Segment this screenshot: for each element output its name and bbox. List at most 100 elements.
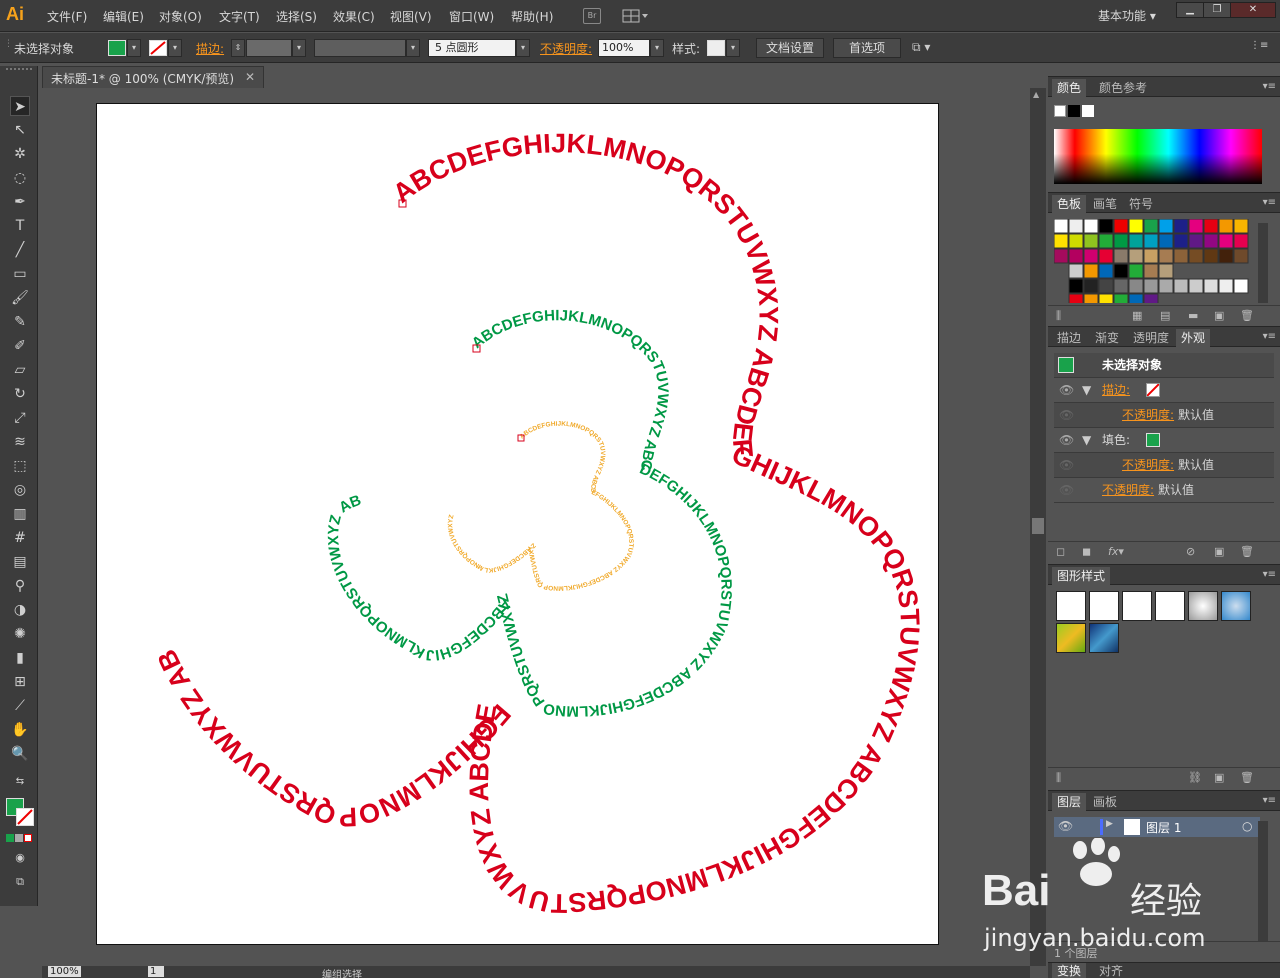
- menu-select[interactable]: 选择(S): [276, 8, 317, 25]
- swatch-cell[interactable]: [1128, 248, 1144, 264]
- brush-definition[interactable]: 5 点圆形: [428, 39, 516, 57]
- swatch-cell[interactable]: [1188, 218, 1204, 234]
- swatch-cell[interactable]: [1083, 293, 1099, 309]
- document-settings-button[interactable]: 文档设置: [756, 38, 824, 58]
- menu-type[interactable]: 文字(T): [219, 8, 260, 25]
- opacity-row-label[interactable]: 不透明度:: [1122, 403, 1174, 427]
- hand-tool-icon[interactable]: ✋: [10, 720, 30, 740]
- disclosure-triangle-icon[interactable]: ▼: [1082, 378, 1091, 402]
- layers-panel-menu-icon[interactable]: ▾≡: [1263, 795, 1276, 806]
- mesh-tool-icon[interactable]: #: [10, 528, 30, 548]
- preferences-button[interactable]: 首选项: [833, 38, 901, 58]
- tab-graphic-styles[interactable]: 图形样式: [1052, 567, 1111, 585]
- swatch-cell[interactable]: [1173, 233, 1189, 249]
- delete-item-icon[interactable]: 🗑: [1240, 545, 1254, 558]
- tab-color-guide[interactable]: 颜色参考: [1094, 79, 1152, 97]
- swatch-cell[interactable]: [1143, 233, 1159, 249]
- middle-path-text[interactable]: ABCDEFGHIJKLMNOPQRSTUVWXYZ ABCDEFGHIJKLM…: [325, 307, 735, 719]
- tab-artboards[interactable]: 画板: [1088, 793, 1122, 811]
- workspace-switcher[interactable]: 基本功能 ▾: [1098, 7, 1156, 24]
- swatch-cell[interactable]: [1203, 218, 1219, 234]
- menu-object[interactable]: 对象(O): [159, 8, 202, 25]
- new-color-group-icon[interactable]: ▬: [1188, 309, 1198, 322]
- swatch-cell[interactable]: [1158, 233, 1174, 249]
- stroke-label[interactable]: 描边:: [196, 40, 224, 57]
- swatch-cell[interactable]: [1128, 263, 1144, 279]
- swatch-cell[interactable]: [1068, 248, 1084, 264]
- tab-appearance[interactable]: 外观: [1176, 329, 1211, 347]
- swatch-cell[interactable]: [1098, 293, 1114, 309]
- swatch-cell[interactable]: [1173, 248, 1189, 264]
- new-graphic-style-icon[interactable]: ▣: [1214, 771, 1224, 784]
- gradient-tool-icon[interactable]: ▤: [10, 552, 30, 572]
- duplicate-item-icon[interactable]: ▣: [1214, 545, 1224, 558]
- clear-appearance-icon[interactable]: ⊘: [1186, 545, 1195, 558]
- swatch-cell[interactable]: [1203, 248, 1219, 264]
- swatch-cell[interactable]: [1143, 218, 1159, 234]
- arrange-documents-icon[interactable]: [622, 8, 650, 24]
- swatch-cell[interactable]: [1113, 218, 1129, 234]
- tab-swatches[interactable]: 色板: [1052, 195, 1087, 213]
- swatch-cell[interactable]: [1173, 278, 1189, 294]
- stroke-weight-stepper[interactable]: ⇕: [231, 39, 245, 57]
- swatch-cell[interactable]: [1113, 233, 1129, 249]
- restore-button[interactable]: ❐: [1203, 2, 1231, 18]
- paintbrush-tool-icon[interactable]: 🖌: [10, 288, 30, 308]
- document-tab[interactable]: 未标题-1* @ 100% (CMYK/预览) ✕: [42, 66, 264, 88]
- swatch-cell[interactable]: [1113, 293, 1129, 309]
- scroll-up-icon[interactable]: ▲: [1033, 90, 1039, 99]
- layers-scrollbar[interactable]: [1258, 821, 1268, 941]
- control-panel-menu-icon[interactable]: ⋮≡: [1250, 40, 1268, 51]
- swatch-cell[interactable]: [1083, 278, 1099, 294]
- stroke-weight-dropdown[interactable]: ▾: [292, 39, 306, 57]
- eye-icon[interactable]: 👁: [1059, 378, 1074, 402]
- graphic-style-4[interactable]: [1155, 591, 1185, 621]
- swatch-cell[interactable]: [1128, 233, 1144, 249]
- swatch-grid[interactable]: [1053, 218, 1254, 309]
- appearance-stroke-row[interactable]: 👁 ▼ 描边:: [1054, 378, 1274, 403]
- eye-icon[interactable]: 👁: [1059, 453, 1074, 477]
- new-swatch-icon[interactable]: ▣: [1214, 309, 1224, 322]
- target-icon[interactable]: ○: [1242, 819, 1252, 833]
- close-button[interactable]: ✕: [1230, 2, 1276, 18]
- style-dropdown[interactable]: ▾: [726, 39, 740, 57]
- swatch-cell[interactable]: [1053, 233, 1069, 249]
- variable-width-profile[interactable]: [314, 39, 406, 57]
- layer-row[interactable]: 👁 ▶ 图层 1 ○: [1054, 817, 1260, 837]
- opacity-row-label[interactable]: 不透明度:: [1102, 478, 1154, 502]
- opacity-row-label[interactable]: 不透明度:: [1122, 453, 1174, 477]
- swatch-cell[interactable]: [1098, 248, 1114, 264]
- swatch-cell[interactable]: [1113, 263, 1129, 279]
- free-transform-tool-icon[interactable]: ⬚: [10, 456, 30, 476]
- eyedropper-tool-icon[interactable]: ⚲: [10, 576, 30, 596]
- tab-color[interactable]: 颜色: [1052, 79, 1087, 97]
- graphic-style-8[interactable]: [1089, 623, 1119, 653]
- tab-gradient[interactable]: 渐变: [1090, 329, 1124, 347]
- swatch-cell[interactable]: [1068, 233, 1084, 249]
- swatch-cell[interactable]: [1158, 263, 1174, 279]
- swatch-cell[interactable]: [1128, 218, 1144, 234]
- menu-edit[interactable]: 编辑(E): [103, 8, 144, 25]
- menu-view[interactable]: 视图(V): [390, 8, 432, 25]
- slice-tool-icon[interactable]: ⟋: [10, 696, 30, 716]
- swatch-cell[interactable]: [1188, 248, 1204, 264]
- shape-builder-tool-icon[interactable]: ◎: [10, 480, 30, 500]
- profile-dropdown[interactable]: ▾: [406, 39, 420, 57]
- inner-path-text[interactable]: ABCDEFGHIJKLMNOPQRSTUVWXYZ ABCDEFGHIJKLM…: [447, 421, 634, 592]
- stroke-swatch[interactable]: [149, 40, 167, 56]
- rotate-tool-icon[interactable]: ↻: [10, 384, 30, 404]
- swatch-cell[interactable]: [1128, 278, 1144, 294]
- swap-fill-stroke-icon[interactable]: ⇆: [10, 772, 30, 792]
- screen-mode-icon[interactable]: ⧉: [10, 872, 30, 892]
- swatch-cell[interactable]: [1068, 278, 1084, 294]
- eye-icon[interactable]: 👁: [1059, 478, 1074, 502]
- swatch-cell[interactable]: [1083, 233, 1099, 249]
- color-white-icon[interactable]: [1082, 105, 1094, 117]
- add-new-fill-icon[interactable]: ◼: [1082, 545, 1091, 558]
- swatch-cell[interactable]: [1128, 293, 1144, 309]
- expand-triangle-icon[interactable]: ▶: [1106, 819, 1113, 829]
- outer-path-text[interactable]: ABCDEFGHIJKLMNOPQRSTUVWXYZ ABCDEFGHIJKLM…: [151, 128, 925, 918]
- minimize-button[interactable]: ▁: [1176, 2, 1204, 18]
- stroke-color-box[interactable]: [16, 808, 34, 826]
- swatch-cell[interactable]: [1233, 233, 1249, 249]
